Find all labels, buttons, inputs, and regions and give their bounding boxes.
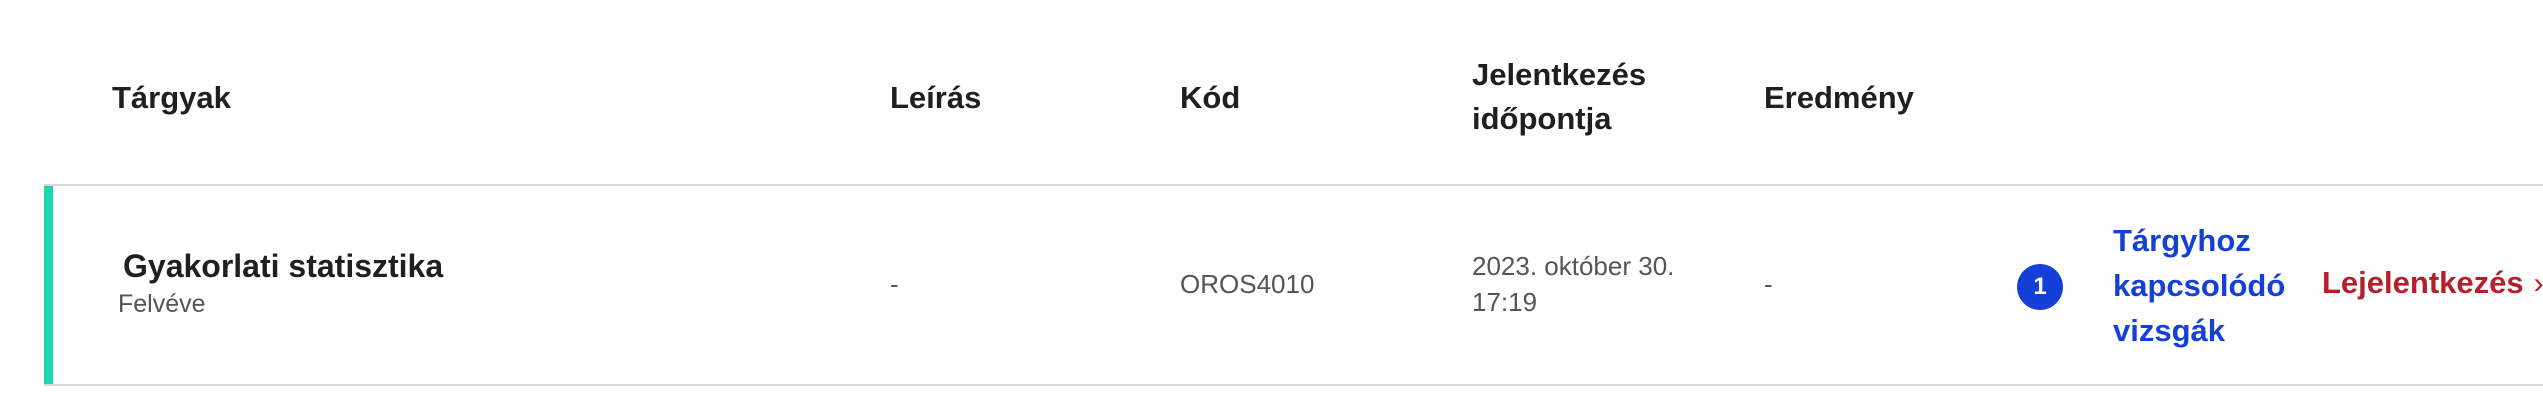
header-applied-at: Jelentkezés időpontja [1472, 57, 1647, 136]
header-subjects: Tárgyak [112, 80, 231, 115]
chevron-right-icon: › [2533, 267, 2543, 300]
row-accent-bar [44, 186, 53, 384]
applied-at: 2023. október 30. 17:19 [1472, 251, 1675, 317]
unregister-label: Lejelentkezés [2322, 265, 2524, 300]
header-result: Eredmény [1764, 80, 1914, 115]
table-row: Gyakorlati statisztika Felvéve - OROS401… [44, 186, 2543, 386]
unregister-button[interactable]: Lejelentkezés › [2322, 265, 2543, 301]
subject-description: - [890, 269, 899, 299]
subject-code: OROS4010 [1180, 269, 1315, 299]
header-code: Kód [1180, 80, 1241, 115]
header-description: Leírás [890, 80, 982, 115]
subject-title: Gyakorlati statisztika [123, 248, 444, 284]
related-exams-link[interactable]: Tárgyhoz kapcsolódó vizsgák [2113, 218, 2293, 353]
subjects-table: Tárgyak Leírás Kód Jelentkezés időpontja… [44, 0, 2543, 386]
table-header: Tárgyak Leírás Kód Jelentkezés időpontja… [44, 0, 2543, 186]
subject-status: Felvéve [118, 290, 206, 318]
subject-result: - [1764, 269, 1773, 299]
exam-count-badge: 1 [2017, 264, 2063, 310]
